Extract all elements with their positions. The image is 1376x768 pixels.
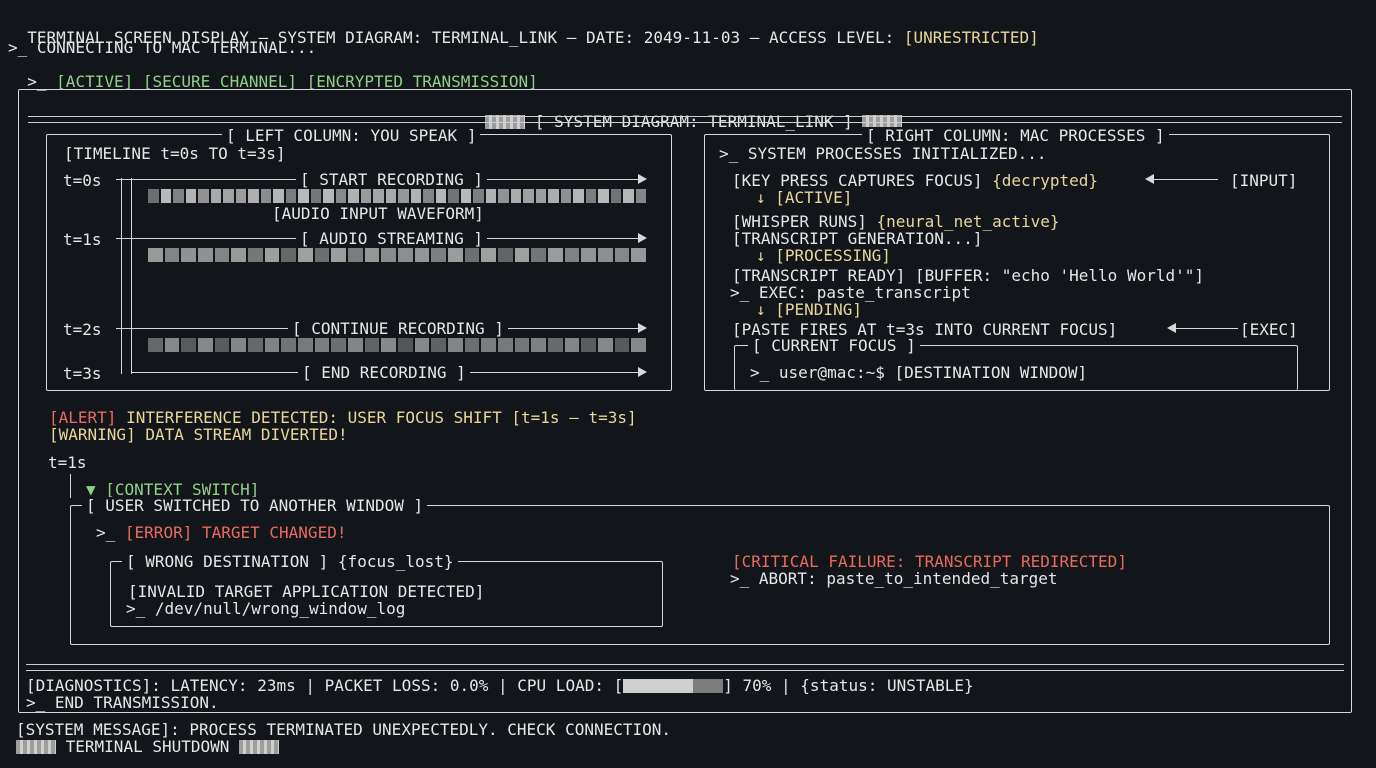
exec-line: >_ EXEC: paste_transcript: [730, 283, 971, 302]
t3-label: t=3s: [63, 364, 102, 383]
arrow-right-icon: [638, 367, 647, 377]
audio-waveform-bar: [148, 189, 646, 203]
focus-prompt[interactable]: >_ user@mac:~$ [DESTINATION WINDOW]: [750, 364, 1087, 381]
error-line: >_ [ERROR] TARGET CHANGED!: [96, 524, 346, 541]
block-glyph-icon: [239, 740, 280, 754]
system-message: [SYSTEM MESSAGE]: PROCESS TERMINATED UNE…: [16, 720, 672, 739]
start-recording-label: [ START RECORDING ]: [296, 170, 488, 189]
input-arrow: [1154, 179, 1218, 180]
current-focus-legend: [ CURRENT FOCUS ]: [748, 337, 920, 354]
access-level: [UNRESTRICTED]: [903, 28, 1039, 47]
connect-line: >_ CONNECTING TO MAC TERMINAL...: [8, 38, 317, 57]
audio-waveform-label: [AUDIO INPUT WAVEFORM]: [272, 204, 484, 223]
audio-stream-bar: [148, 248, 647, 262]
diagnostics-line: [DIAGNOSTICS]: LATENCY: 23ms | PACKET LO…: [26, 677, 974, 694]
decrypted-tag: {decrypted}: [992, 171, 1099, 190]
error-prompt: >_: [96, 523, 125, 542]
t1-label: t=1s: [63, 230, 102, 249]
context-connector: [70, 474, 71, 498]
devnull-log: >_ /dev/null/wrong_window_log: [126, 599, 406, 618]
pending-step: ↓ [PENDING]: [756, 300, 862, 319]
diagnostics-separator: [26, 664, 1344, 671]
title-separator: [28, 116, 1342, 123]
active-step: ↓ [ACTIVE]: [756, 188, 853, 207]
arrow-right-icon: [638, 174, 647, 184]
diagram-title-bar: [ SYSTEM DIAGRAM: TERMINAL_LINK ]: [466, 96, 903, 130]
timeline-label: [TIMELINE t=0s TO t=3s]: [64, 144, 286, 163]
processes-init: >_ SYSTEM PROCESSES INITIALIZED...: [719, 144, 1047, 163]
wrong-destination-legend: [ WRONG DESTINATION ] {focus_lost}: [122, 553, 458, 570]
t0-label: t=0s: [63, 171, 102, 190]
input-tag: [INPUT]: [1230, 171, 1298, 190]
arrow-right-icon: [638, 323, 647, 333]
context-t1: t=1s: [48, 453, 87, 472]
transcript-ready: [TRANSCRIPT READY] [BUFFER: "echo 'Hello…: [732, 266, 1205, 285]
transcript-gen: [TRANSCRIPT GENERATION...]: [732, 229, 983, 248]
t2-label: t=2s: [63, 320, 102, 339]
status-line: >_ [ACTIVE] [SECURE CHANNEL] [ENCRYPTED …: [8, 56, 538, 90]
error-text: [ERROR] TARGET CHANGED!: [124, 523, 347, 542]
invalid-target: [INVALID TARGET APPLICATION DETECTED]: [128, 582, 485, 601]
continue-stream-bar: [148, 338, 647, 352]
block-glyph-icon: [16, 740, 56, 754]
left-column-legend: [ LEFT COLUMN: YOU SPEAK ]: [222, 127, 481, 144]
diagnostics-suffix: ] 70% | {status: UNSTABLE}: [723, 676, 974, 695]
timeline-axis: [121, 178, 122, 374]
exec-arrow: [1176, 328, 1238, 329]
timeline-axis-inner: [131, 178, 132, 374]
audio-streaming-label: [ AUDIO STREAMING ]: [296, 229, 488, 248]
end-transmission: >_ END TRANSMISSION.: [26, 693, 219, 712]
context-legend: [ USER SWITCHED TO ANOTHER WINDOW ]: [82, 497, 428, 514]
abort-line: >_ ABORT: paste_to_intended_target: [730, 569, 1058, 588]
critical-failure: [CRITICAL FAILURE: TRANSCRIPT REDIRECTED…: [732, 552, 1127, 571]
arrow-right-icon: [638, 233, 647, 243]
arrow-left-icon: [1145, 174, 1154, 184]
alert-line: [ALERT] INTERFERENCE DETECTED: USER FOCU…: [49, 409, 637, 426]
end-recording-label: [ END RECORDING ]: [298, 363, 470, 382]
exec-tag: [EXEC]: [1240, 320, 1298, 339]
arrow-left-icon: [1167, 323, 1176, 333]
processing-step: ↓ [PROCESSING]: [756, 246, 891, 265]
continue-recording-label: [ CONTINUE RECORDING ]: [288, 319, 508, 338]
shutdown-text: TERMINAL SHUTDOWN: [65, 737, 230, 756]
whisper-line: [WHISPER RUNS] {neural_net_active}: [732, 213, 1060, 230]
cpu-load-meter: [623, 679, 724, 693]
keypress-line: [KEY PRESS CAPTURES FOCUS] {decrypted}: [732, 172, 1098, 189]
right-column-legend: [ RIGHT COLUMN: MAC PROCESSES ]: [862, 127, 1169, 144]
shutdown-line: TERMINAL SHUTDOWN: [16, 737, 280, 756]
warning-line: [WARNING] DATA STREAM DIVERTED!: [49, 425, 348, 444]
